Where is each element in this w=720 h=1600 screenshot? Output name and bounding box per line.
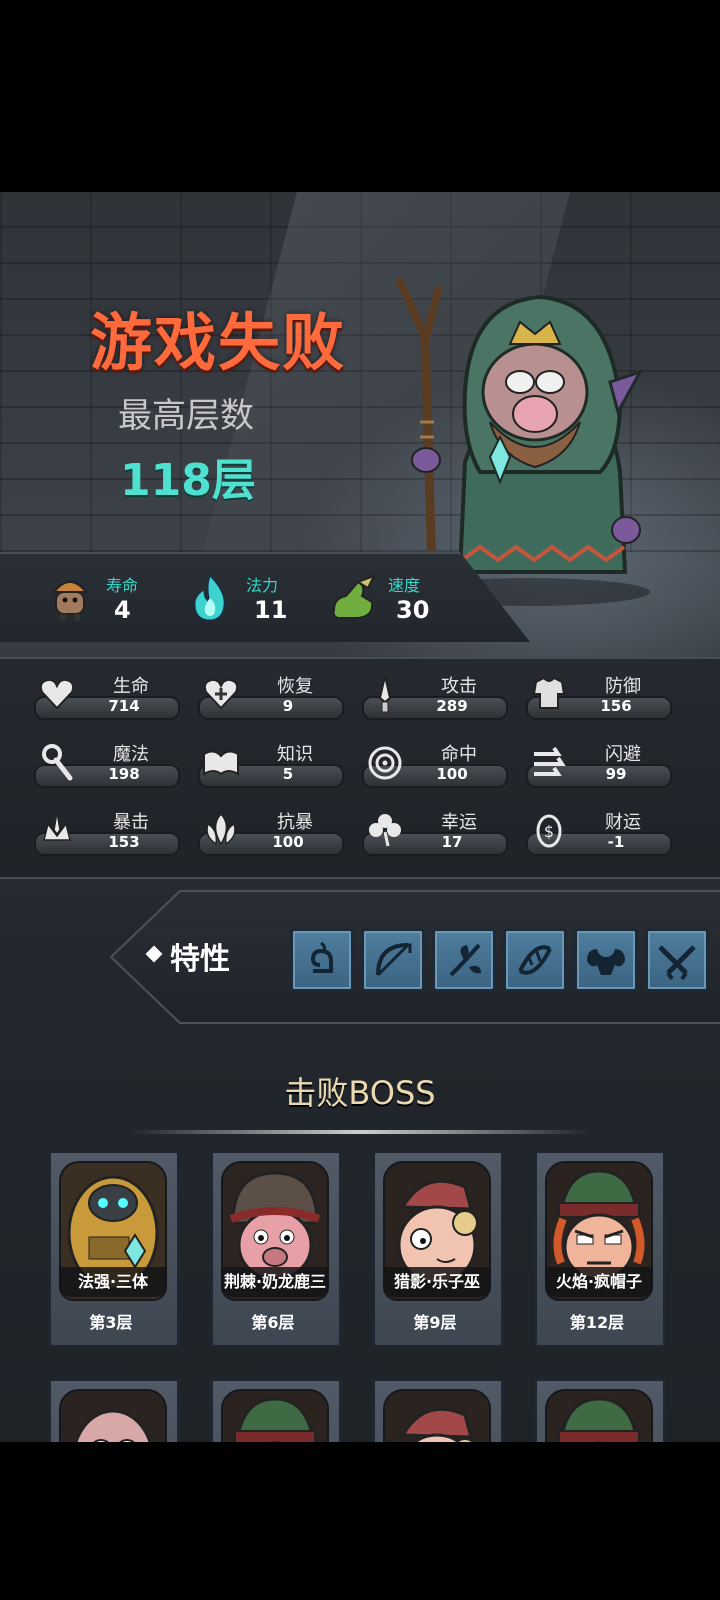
stat-value: 30 bbox=[396, 596, 430, 624]
speed-boot-icon bbox=[332, 574, 376, 619]
coin-icon: $ bbox=[536, 814, 562, 848]
game-over-title: 游戏失败 bbox=[90, 306, 347, 379]
boss-card-8-partial[interactable] bbox=[534, 1378, 666, 1442]
stat-knowledge: 知识 5 bbox=[198, 740, 348, 790]
stat-label: 暴击 bbox=[113, 812, 149, 833]
stat-defense: 防御 156 bbox=[526, 672, 676, 722]
boss-card-4[interactable]: 火焰·疯帽子 第12层 bbox=[534, 1150, 666, 1348]
stat-label: 防御 bbox=[605, 676, 641, 697]
boss-floor: 第3层 bbox=[89, 1313, 133, 1332]
armor-icon bbox=[532, 676, 566, 709]
stat-label: 知识 bbox=[277, 744, 313, 765]
stat-hp: 生命 714 bbox=[34, 672, 184, 722]
boss-portrait bbox=[383, 1389, 491, 1442]
target-icon bbox=[368, 746, 402, 780]
stat-value: 289 bbox=[436, 697, 468, 715]
dna-trait-icon[interactable] bbox=[503, 928, 567, 992]
best-floor-label: 最高层数 bbox=[118, 396, 254, 436]
stat-value: 198 bbox=[108, 765, 140, 783]
boss-floor: 第9层 bbox=[413, 1313, 457, 1332]
boss-card-6-partial[interactable] bbox=[210, 1378, 342, 1442]
stat-label: 命中 bbox=[441, 744, 477, 765]
mana-flame-icon bbox=[194, 575, 225, 621]
stat-value: 100 bbox=[436, 765, 468, 783]
boss-name: 猎影·乐子巫 bbox=[383, 1267, 491, 1297]
stat-label: 生命 bbox=[113, 676, 149, 697]
stat-value: 100 bbox=[272, 833, 304, 851]
muscle-trait-icon[interactable] bbox=[574, 928, 638, 992]
stat-value: -1 bbox=[607, 833, 625, 851]
stat-value: 156 bbox=[600, 697, 632, 715]
crossed-guns-trait-icon[interactable] bbox=[645, 928, 709, 992]
stat-value: 11 bbox=[254, 596, 288, 624]
game-over-screen: 游戏失败 最高层数 118层 寿命 4 法力 11 速度 30 生命 714 恢… bbox=[0, 192, 720, 1442]
bow-trait-icon[interactable] bbox=[361, 928, 425, 992]
stat-label: 攻击 bbox=[441, 676, 477, 697]
stat-luck: 幸运 17 bbox=[362, 808, 512, 858]
lifespan-icon bbox=[51, 581, 89, 621]
boss-card-7-partial[interactable] bbox=[372, 1378, 504, 1442]
stat-value: 153 bbox=[108, 833, 140, 851]
stat-label: 抗暴 bbox=[277, 812, 313, 833]
stat-value: 714 bbox=[108, 697, 140, 715]
stat-accuracy: 命中 100 bbox=[362, 740, 512, 790]
stat-value: 4 bbox=[114, 596, 131, 624]
stat-label: 法力 bbox=[246, 576, 279, 595]
crit-resist-icon bbox=[206, 812, 236, 846]
defeated-boss-title: 击败BOSS bbox=[284, 1074, 436, 1112]
dodge-icon bbox=[534, 746, 566, 776]
stat-attack: 攻击 289 bbox=[362, 672, 512, 722]
stat-label: 幸运 bbox=[441, 812, 477, 833]
stat-value: 99 bbox=[605, 765, 627, 783]
best-floor-value: 118层 bbox=[120, 455, 256, 506]
clover-icon bbox=[369, 814, 401, 847]
boss-floor: 第12层 bbox=[569, 1313, 625, 1332]
boss-card-1[interactable]: 法强·三体 第3层 bbox=[48, 1150, 180, 1348]
stat-crit-resist: 抗暴 100 bbox=[198, 808, 348, 858]
boss-name: 法强·三体 bbox=[59, 1267, 167, 1297]
witch-boss-icon bbox=[385, 1391, 489, 1442]
stat-label: 闪避 bbox=[605, 744, 641, 765]
stat-value: 5 bbox=[282, 765, 294, 783]
boss-name: 火焰·疯帽子 bbox=[545, 1267, 653, 1297]
svg-text:$: $ bbox=[544, 822, 554, 841]
sword-icon bbox=[378, 675, 392, 713]
stat-dodge: 闪避 99 bbox=[526, 740, 676, 790]
boss-portrait bbox=[59, 1389, 167, 1442]
stat-value: 9 bbox=[282, 697, 294, 715]
boss-card-2[interactable]: 荆棘·奶龙鹿三 第6层 bbox=[210, 1150, 342, 1348]
stat-magic: 魔法 198 bbox=[34, 740, 184, 790]
stat-fortune: $ 财运 -1 bbox=[526, 808, 676, 858]
section-divider bbox=[130, 1130, 590, 1134]
stat-value: 17 bbox=[441, 833, 463, 851]
stat-crit: 暴击 153 bbox=[34, 808, 184, 858]
traits-label: 特性 bbox=[170, 942, 230, 977]
stat-label: 魔法 bbox=[113, 744, 149, 765]
plant-trait-icon[interactable] bbox=[432, 928, 496, 992]
boss-card-5-partial[interactable] bbox=[48, 1378, 180, 1442]
heart-icon bbox=[39, 678, 75, 710]
hatter-boss-icon bbox=[547, 1391, 651, 1442]
boss-card-3[interactable]: 猎影·乐子巫 第9层 bbox=[372, 1150, 504, 1348]
stat-recovery: 恢复 9 bbox=[198, 672, 348, 722]
book-icon bbox=[203, 750, 239, 776]
stat-label: 财运 bbox=[605, 812, 641, 833]
stat-label: 恢复 bbox=[277, 676, 313, 697]
swirl-trait-icon[interactable] bbox=[290, 928, 354, 992]
boss-portrait bbox=[221, 1389, 329, 1442]
stat-label: 速度 bbox=[388, 576, 421, 595]
heal-heart-icon bbox=[203, 678, 239, 710]
stat-label: 寿命 bbox=[106, 576, 139, 595]
pale-creature-boss-icon bbox=[61, 1391, 165, 1442]
hatter-boss-icon bbox=[223, 1391, 327, 1442]
staff-icon bbox=[42, 744, 73, 781]
boss-name: 荆棘·奶龙鹿三 bbox=[221, 1267, 329, 1297]
boss-floor: 第6层 bbox=[251, 1313, 295, 1332]
crit-icon bbox=[43, 811, 71, 841]
boss-portrait bbox=[545, 1389, 653, 1442]
